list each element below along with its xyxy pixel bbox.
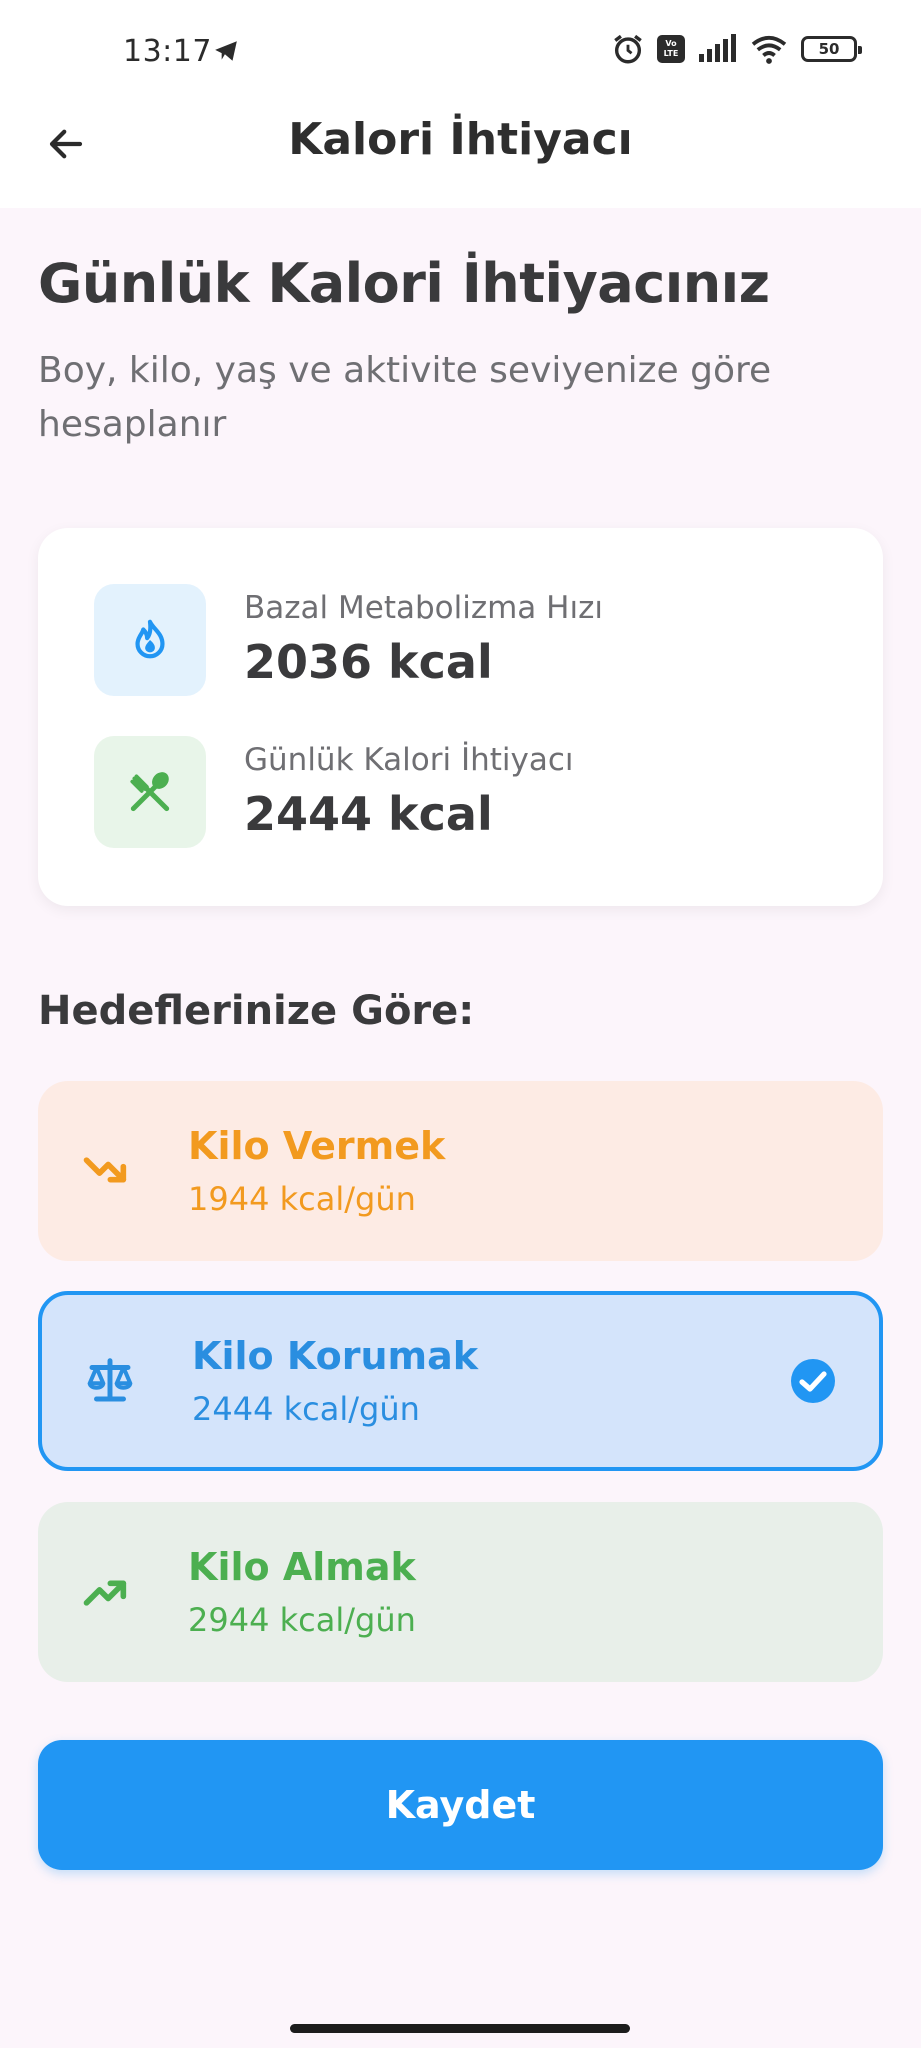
goal-title: Kilo Vermek xyxy=(188,1124,446,1168)
goal-title: Kilo Korumak xyxy=(192,1334,479,1378)
top-bar: 13:17 Vo LTE 50 Kalori İhtiyacı xyxy=(0,0,921,208)
trending-up-icon xyxy=(76,1562,136,1622)
bmr-value: 2036 kcal xyxy=(244,635,493,689)
goal-title: Kilo Almak xyxy=(188,1545,416,1589)
check-circle-icon xyxy=(791,1359,835,1403)
volte-icon: Vo LTE xyxy=(657,35,685,63)
goal-option-maintain-weight[interactable]: Kilo Korumak 2444 kcal/gün xyxy=(38,1291,883,1471)
daily-calorie-label: Günlük Kalori İhtiyacı xyxy=(244,742,574,778)
calorie-summary-card: Bazal Metabolizma Hızı 2036 kcal Günlük … xyxy=(38,528,883,906)
status-icons: Vo LTE 50 xyxy=(611,32,862,66)
screen: 13:17 Vo LTE 50 Kalori İhtiyacı Günlük K… xyxy=(0,0,921,2048)
goals-section-title: Hedeflerinize Göre: xyxy=(38,988,475,1034)
bmr-icon-box xyxy=(94,584,206,696)
goal-calories: 2944 kcal/gün xyxy=(188,1601,416,1639)
page-subtitle: Boy, kilo, yaş ve aktivite seviyenize gö… xyxy=(38,350,772,445)
signal-icon xyxy=(699,34,736,62)
bmr-row: Bazal Metabolizma Hızı 2036 kcal xyxy=(94,584,603,696)
daily-calorie-value: 2444 kcal xyxy=(244,787,493,841)
daily-calorie-row: Günlük Kalori İhtiyacı 2444 kcal xyxy=(94,736,574,848)
app-bar-title: Kalori İhtiyacı xyxy=(288,114,633,165)
status-time: 13:17 xyxy=(123,34,212,69)
daily-icon-box xyxy=(94,736,206,848)
alarm-icon xyxy=(614,34,642,64)
goal-calories: 2444 kcal/gün xyxy=(192,1390,420,1428)
bmr-label: Bazal Metabolizma Hızı xyxy=(244,590,603,626)
trending-down-icon xyxy=(76,1141,136,1201)
goal-option-lose-weight[interactable]: Kilo Vermek 1944 kcal/gün xyxy=(38,1081,883,1261)
save-button[interactable]: Kaydet xyxy=(38,1740,883,1870)
goal-calories: 1944 kcal/gün xyxy=(188,1180,416,1218)
wifi-icon xyxy=(751,35,787,64)
goal-option-gain-weight[interactable]: Kilo Almak 2944 kcal/gün xyxy=(38,1502,883,1682)
telegram-icon xyxy=(215,41,237,61)
battery-icon: 50 xyxy=(801,36,862,62)
balance-scale-icon xyxy=(80,1351,140,1411)
page-title: Günlük Kalori İhtiyacınız xyxy=(38,252,770,315)
home-indicator[interactable] xyxy=(290,2024,630,2033)
flame-icon xyxy=(135,619,165,659)
fork-spoon-icon xyxy=(130,772,170,812)
